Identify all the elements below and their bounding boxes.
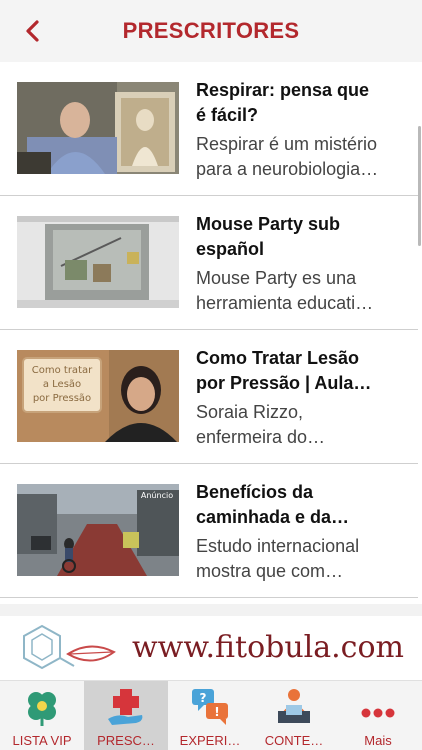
tab-label: LISTA VIP [12, 733, 72, 748]
medical-cross-icon [108, 689, 143, 725]
item-title: por Pressão | Aula… [196, 373, 372, 393]
clover-icon [28, 692, 56, 726]
video-thumbnail: Anúncio [17, 484, 179, 576]
tab-conteudos[interactable]: CONTE… [252, 681, 336, 750]
item-description: herramienta educati… [196, 293, 374, 313]
thumbnail-caption: por Pressão [33, 393, 91, 404]
item-description: para a neurobiologia… [196, 159, 379, 179]
item-title: é fácil? [196, 105, 259, 125]
item-description: mostra que com… [196, 561, 344, 581]
video-thumbnail: Como tratar a Lesão por Pressão [17, 350, 179, 442]
item-title: Respirar: pensa que [196, 80, 370, 100]
more-dots-icon [361, 708, 395, 718]
person-at-desk-icon [278, 689, 310, 723]
tab-label: CONTE… [264, 733, 324, 748]
list-item[interactable]: Respirar: pensa que é fácil? Respirar é … [0, 62, 418, 196]
fitobula-logo [18, 622, 118, 683]
item-description: Soraia Rizzo, [196, 402, 304, 422]
item-title: Benefícios da [196, 482, 314, 502]
svg-text:!: ! [214, 705, 219, 719]
top-nav-bar: PRESCRITORES [0, 0, 422, 62]
thumbnail-caption: Anúncio [141, 491, 173, 500]
item-description: Estudo internacional [196, 536, 360, 556]
banner-url: www.fitobula.com [132, 630, 404, 665]
tab-experiencias[interactable]: ? ! EXPERI… [168, 681, 252, 750]
thumbnail-caption: Como tratar [32, 365, 93, 376]
list-item[interactable]: Como tratar a Lesão por Pressão Como Tra… [0, 330, 418, 464]
item-description: Mouse Party es una [196, 268, 357, 288]
item-title: caminhada e da… [196, 507, 350, 527]
ad-banner[interactable]: www.fitobula.com [0, 616, 422, 680]
item-title: español [196, 239, 265, 259]
speech-bubbles-icon: ? ! [192, 689, 228, 725]
tab-label: Mais [364, 733, 392, 748]
tab-label: EXPERI… [179, 733, 241, 748]
svg-text:?: ? [200, 691, 207, 705]
video-thumbnail [17, 216, 179, 308]
content-list[interactable]: Respirar: pensa que é fácil? Respirar é … [0, 62, 422, 604]
item-description: Respirar é um mistério [196, 134, 378, 154]
list-item[interactable]: Mouse Party sub español Mouse Party es u… [0, 196, 418, 330]
item-title: Mouse Party sub [196, 214, 341, 234]
item-description: enfermeira do… [196, 427, 326, 447]
scrollbar[interactable] [418, 126, 421, 246]
list-item[interactable]: Anúncio Benefícios da caminhada e da… Es… [0, 464, 418, 598]
thumbnail-caption: a Lesão [43, 379, 81, 390]
tab-mais[interactable]: Mais [336, 681, 420, 750]
bottom-tab-bar: LISTA VIP PRESC… ? ! EXPERI… CONTE… Mais [0, 680, 422, 750]
item-title: Como Tratar Lesão [196, 348, 360, 368]
page-title: PRESCRITORES [122, 18, 300, 43]
tab-label: PRESC… [97, 733, 155, 748]
video-thumbnail [17, 82, 179, 174]
tab-prescritores[interactable]: PRESC… [84, 681, 168, 750]
tab-lista-vip[interactable]: LISTA VIP [0, 681, 84, 750]
